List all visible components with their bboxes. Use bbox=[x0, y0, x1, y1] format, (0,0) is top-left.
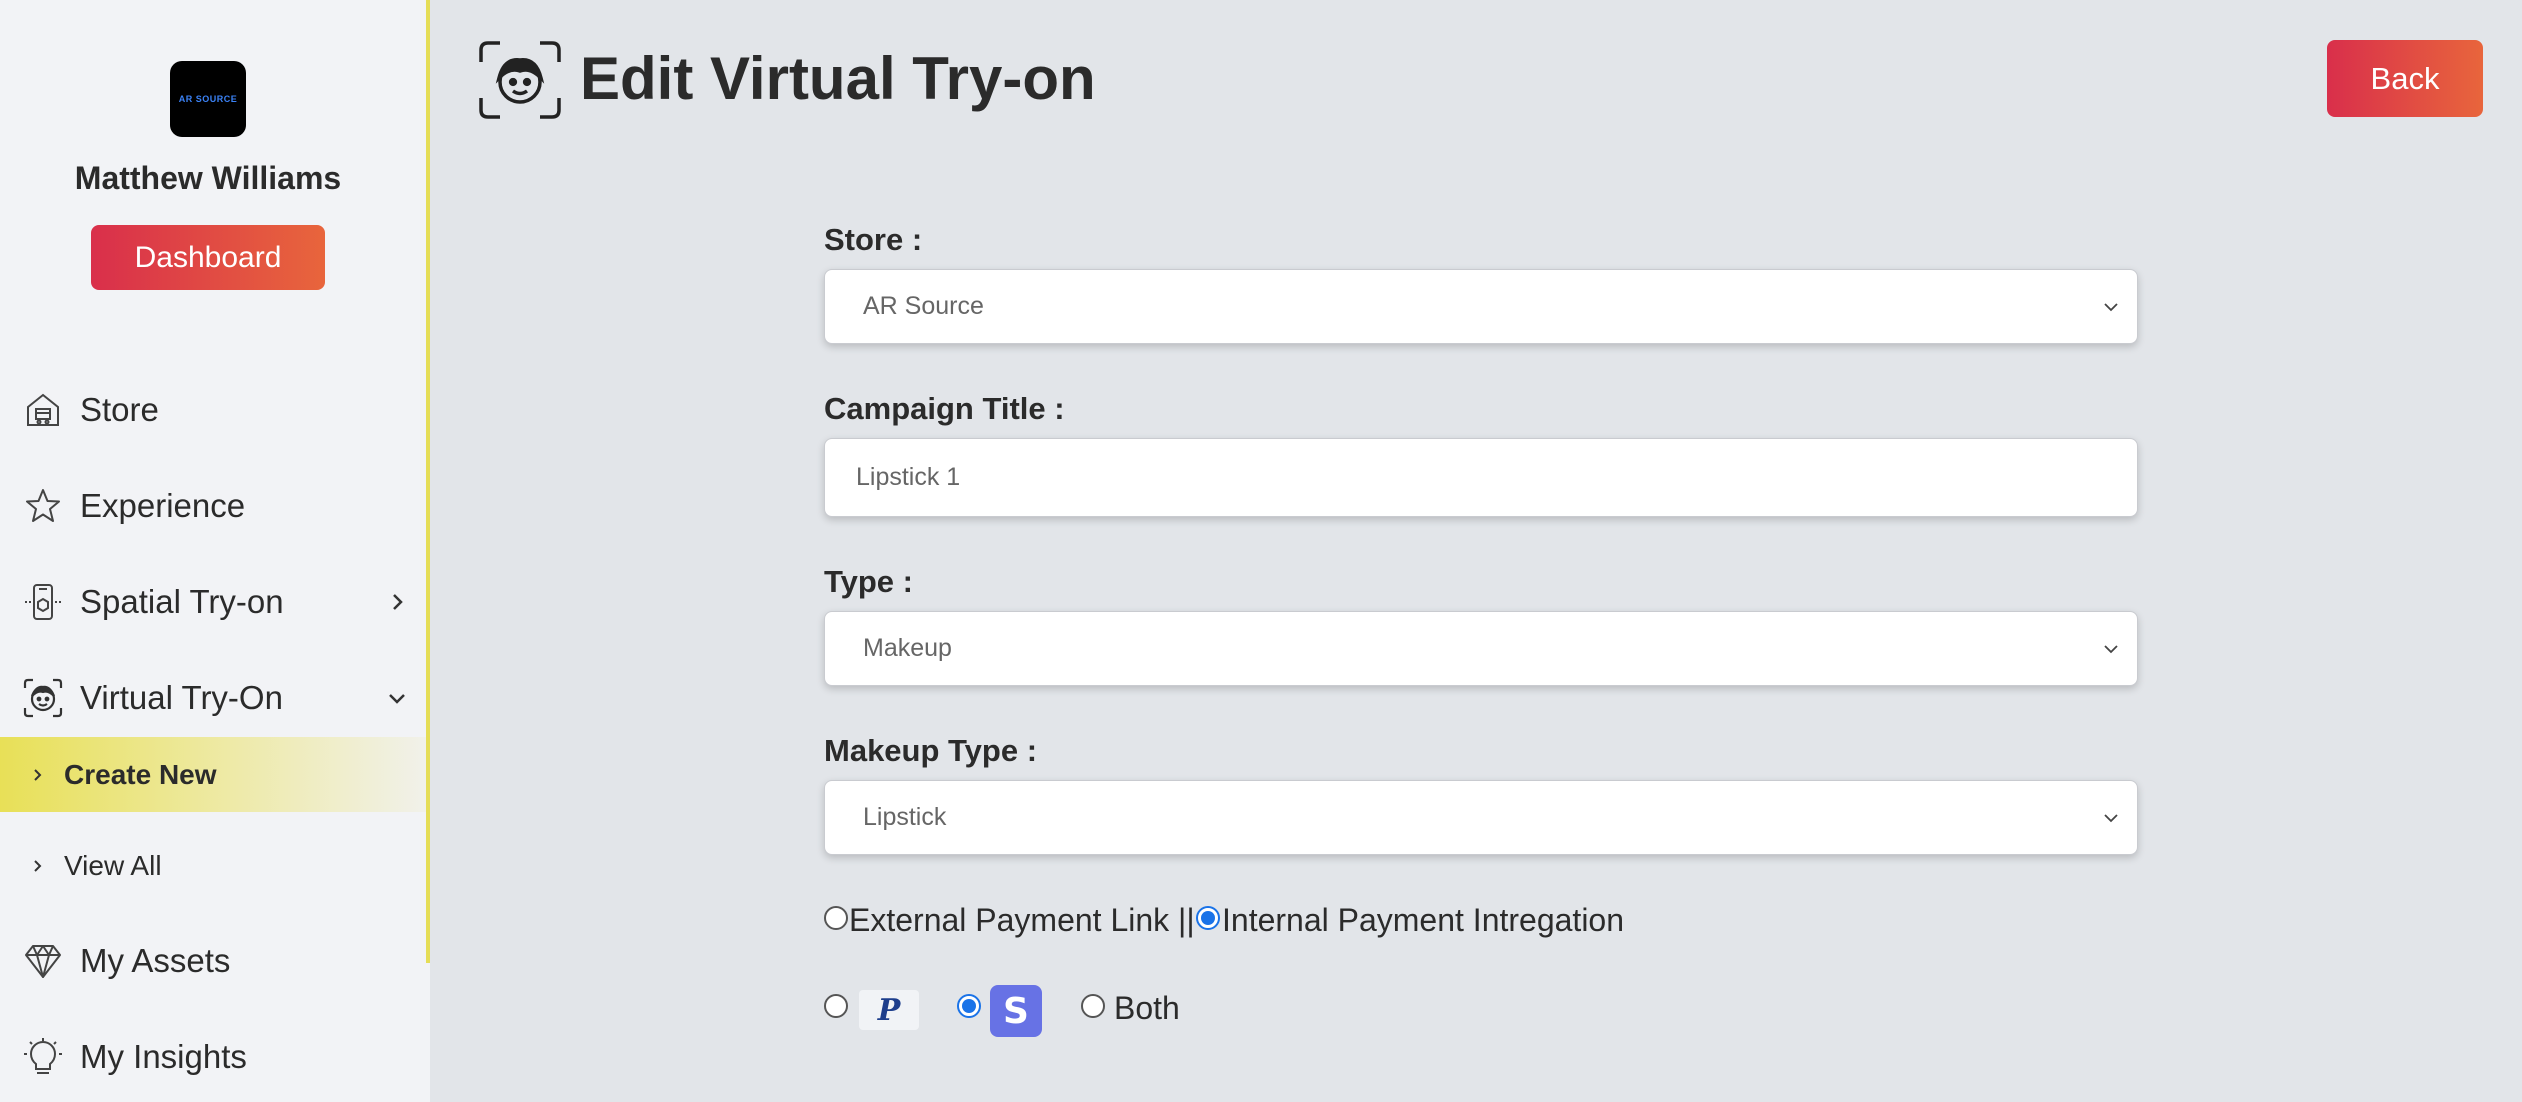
dashboard-button[interactable]: Dashboard bbox=[91, 225, 325, 290]
stripe-icon: S bbox=[990, 985, 1042, 1037]
store-select[interactable]: AR Source bbox=[824, 269, 2138, 344]
type-label: Type : bbox=[824, 564, 913, 599]
chevron-down-icon bbox=[2099, 637, 2123, 661]
sidebar-item-label: My Insights bbox=[80, 1038, 247, 1075]
lightbulb-icon bbox=[22, 1036, 64, 1078]
sidebar-subitem-label: Create New bbox=[64, 758, 217, 790]
sidebar: AR SOURCE Matthew Williams Dashboard Sto… bbox=[0, 0, 430, 1102]
logo-text: AR SOURCE bbox=[178, 94, 238, 104]
user-name: Matthew Williams bbox=[74, 160, 342, 196]
brand-logo[interactable]: AR SOURCE bbox=[170, 61, 246, 137]
store-select-value: AR Source bbox=[863, 292, 984, 320]
type-select-value: Makeup bbox=[863, 634, 952, 662]
face-scan-icon bbox=[22, 677, 64, 719]
sidebar-item-spatial-try-on[interactable]: Spatial Try-on bbox=[0, 567, 426, 637]
chevron-down-icon bbox=[2099, 806, 2123, 830]
phone-ar-icon bbox=[22, 581, 64, 623]
sidebar-item-label: Virtual Try-On bbox=[80, 679, 283, 716]
back-button[interactable]: Back bbox=[2327, 40, 2483, 117]
external-payment-radio[interactable] bbox=[824, 906, 848, 930]
campaign-title-label: Campaign Title : bbox=[824, 391, 1065, 426]
campaign-title-value: Lipstick 1 bbox=[856, 463, 961, 491]
campaign-title-input[interactable]: Lipstick 1 bbox=[824, 438, 2138, 517]
paypal-radio[interactable] bbox=[824, 994, 848, 1018]
paypal-letter: P bbox=[877, 992, 901, 1028]
type-select[interactable]: Makeup bbox=[824, 611, 2138, 686]
makeup-type-label: Makeup Type : bbox=[824, 733, 1038, 768]
store-icon bbox=[22, 389, 64, 431]
sidebar-item-my-insights[interactable]: My Insights bbox=[0, 1022, 426, 1092]
sidebar-item-label: My Assets bbox=[80, 942, 231, 979]
external-payment-label: External Payment Link || bbox=[849, 902, 1195, 938]
sidebar-item-label: Experience bbox=[80, 487, 246, 524]
both-label: Both bbox=[1114, 990, 1180, 1026]
page-title: Edit Virtual Try-on bbox=[580, 45, 1096, 112]
makeup-type-select-value: Lipstick bbox=[863, 803, 947, 831]
sidebar-item-virtual-try-on[interactable]: Virtual Try-On bbox=[0, 663, 426, 733]
diamond-icon bbox=[22, 940, 64, 982]
makeup-type-select[interactable]: Lipstick bbox=[824, 780, 2138, 855]
chevron-right-icon bbox=[382, 587, 412, 617]
sidebar-item-my-assets[interactable]: My Assets bbox=[0, 926, 426, 996]
sidebar-subitem-create-new[interactable]: Create New bbox=[0, 737, 426, 812]
chevron-right-icon bbox=[26, 764, 48, 786]
sidebar-item-store[interactable]: Store bbox=[0, 375, 426, 445]
face-scan-icon bbox=[478, 40, 562, 120]
paypal-icon: P bbox=[859, 990, 919, 1030]
chevron-down-icon bbox=[2099, 295, 2123, 319]
sidebar-divider bbox=[426, 0, 430, 963]
star-icon bbox=[22, 485, 64, 527]
store-label: Store : bbox=[824, 222, 923, 257]
stripe-radio[interactable] bbox=[957, 994, 981, 1018]
chevron-down-icon bbox=[382, 683, 412, 713]
sidebar-item-label: Store bbox=[80, 391, 159, 428]
internal-payment-radio[interactable] bbox=[1196, 906, 1220, 930]
sidebar-subitem-label: View All bbox=[64, 849, 162, 881]
sidebar-item-experience[interactable]: Experience bbox=[0, 471, 426, 541]
stripe-letter: S bbox=[1003, 990, 1029, 1032]
sidebar-subitem-view-all[interactable]: View All bbox=[0, 828, 426, 903]
both-radio[interactable] bbox=[1081, 994, 1105, 1018]
chevron-right-icon bbox=[26, 855, 48, 877]
internal-payment-label: Internal Payment Intregation bbox=[1222, 902, 1625, 938]
sidebar-item-label: Spatial Try-on bbox=[80, 583, 284, 620]
